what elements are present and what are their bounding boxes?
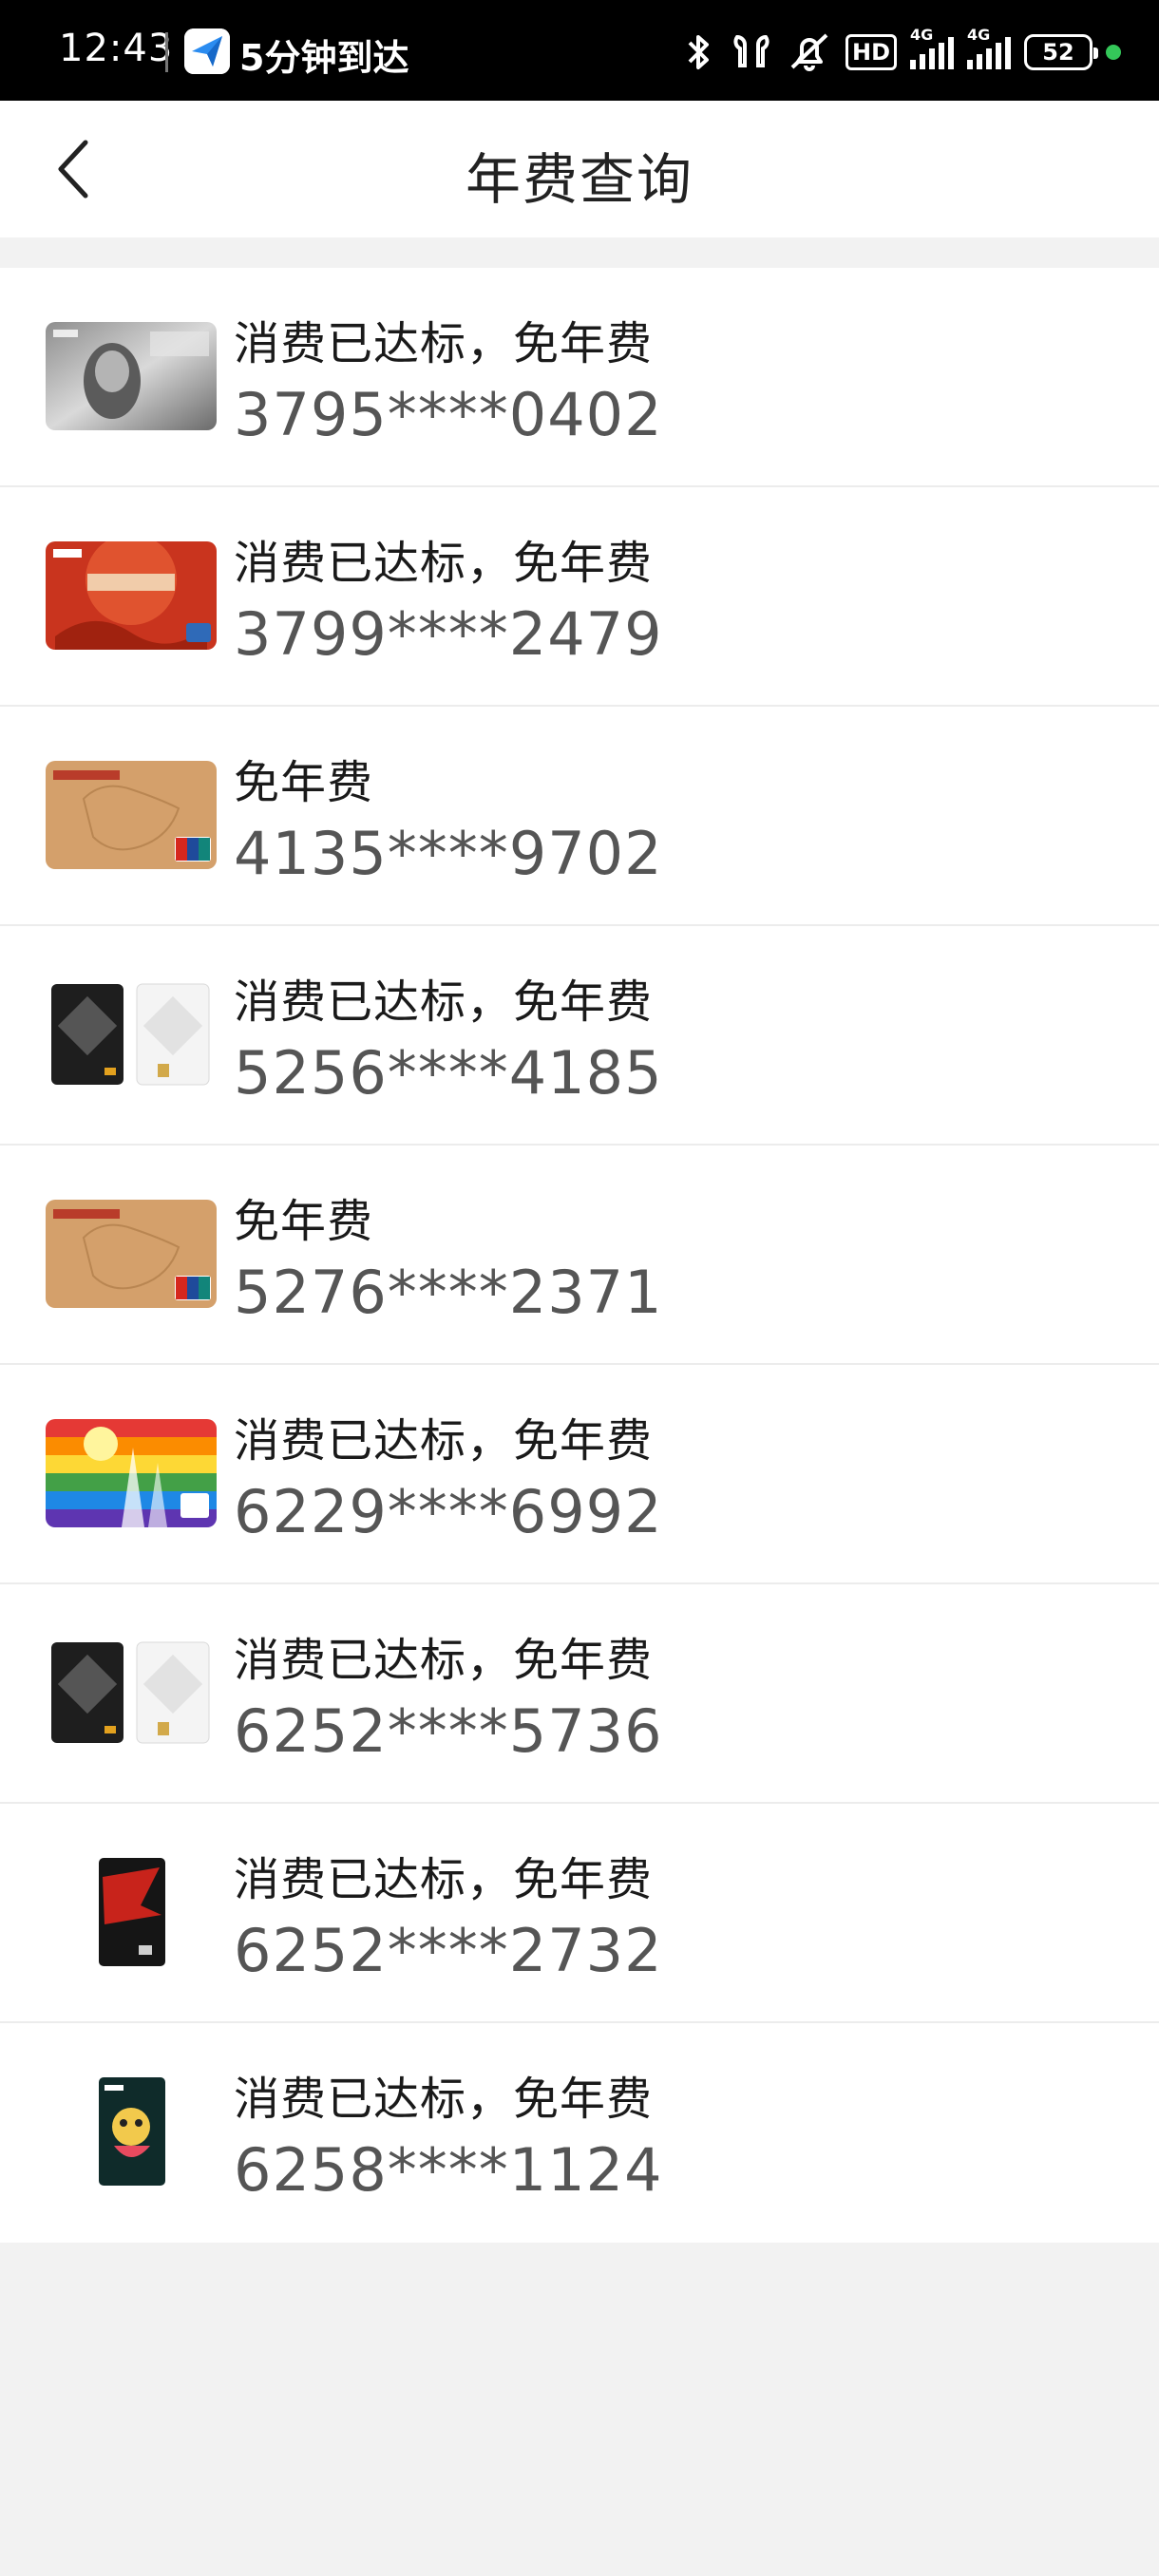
network-type-1: 4G bbox=[910, 26, 934, 44]
battery-icon: 52 bbox=[1024, 34, 1098, 70]
fee-status-text: 消费已达标，免年费 bbox=[234, 537, 654, 590]
card-image-black-white-pair bbox=[46, 1638, 217, 1747]
fee-status-text: 消费已达标，免年费 bbox=[234, 1414, 654, 1468]
fee-status-text: 消费已达标，免年费 bbox=[234, 1853, 654, 1906]
card-number: 3799****2479 bbox=[234, 599, 663, 669]
status-right-icons: HD 4G 4G 52 bbox=[682, 26, 1121, 78]
fee-status-text: 消费已达标，免年费 bbox=[234, 2073, 654, 2126]
card-image-vertical-dark-cartoon bbox=[46, 2077, 217, 2186]
card-image-amex-platinum bbox=[46, 322, 217, 430]
card-item[interactable]: 消费已达标，免年费 3799****2479 bbox=[0, 487, 1159, 707]
card-image-rainbow-city bbox=[46, 1419, 217, 1527]
signal-icon-2: 4G bbox=[967, 26, 1011, 69]
page-title: 年费查询 bbox=[465, 147, 694, 212]
section-gap bbox=[0, 237, 1159, 268]
card-item[interactable]: 免年费 4135****9702 bbox=[0, 707, 1159, 926]
fee-status-text: 免年费 bbox=[234, 756, 374, 809]
network-type-2: 4G bbox=[967, 26, 991, 44]
card-image-icbc-gold bbox=[46, 761, 217, 869]
card-list: 消费已达标，免年费 3795****0402 消费已达标，免年费 3799***… bbox=[0, 268, 1159, 2243]
card-number: 5256****4185 bbox=[234, 1038, 663, 1108]
status-time: 12:43 bbox=[59, 27, 174, 70]
fee-status-text: 消费已达标，免年费 bbox=[234, 317, 654, 370]
card-number: 6258****1124 bbox=[234, 2135, 663, 2205]
card-number: 3795****0402 bbox=[234, 380, 663, 449]
status-separator bbox=[165, 32, 168, 72]
hd-voice-icon: HD bbox=[845, 34, 897, 70]
card-number: 6229****6992 bbox=[234, 1477, 663, 1546]
nav-bar: 年费查询 bbox=[0, 101, 1159, 237]
fee-status-text: 消费已达标，免年费 bbox=[234, 975, 654, 1029]
mute-bell-icon bbox=[787, 29, 832, 75]
card-item[interactable]: 消费已达标，免年费 6229****6992 bbox=[0, 1365, 1159, 1584]
fee-status-text: 消费已达标，免年费 bbox=[234, 1634, 654, 1687]
card-number: 6252****5736 bbox=[234, 1696, 663, 1766]
card-item[interactable]: 免年费 5276****2371 bbox=[0, 1146, 1159, 1365]
card-item[interactable]: 消费已达标，免年费 6252****2732 bbox=[0, 1804, 1159, 2023]
signal-icon-1: 4G bbox=[910, 26, 954, 69]
earbuds-icon bbox=[730, 29, 773, 75]
card-number: 5276****2371 bbox=[234, 1258, 663, 1327]
card-item[interactable]: 消费已达标，免年费 6258****1124 bbox=[0, 2023, 1159, 2243]
status-notification-text: 5分钟到达 bbox=[239, 37, 409, 79]
card-image-black-white-pair bbox=[46, 980, 217, 1089]
card-item[interactable]: 消费已达标，免年费 6252****5736 bbox=[0, 1584, 1159, 1804]
card-item[interactable]: 消费已达标，免年费 3795****0402 bbox=[0, 268, 1159, 487]
card-image-universal-red bbox=[46, 541, 217, 650]
privacy-indicator-dot bbox=[1106, 45, 1121, 60]
card-image-vertical-red-black bbox=[46, 1858, 217, 1966]
navigation-app-icon bbox=[184, 28, 230, 74]
fee-status-text: 免年费 bbox=[234, 1195, 374, 1248]
card-item[interactable]: 消费已达标，免年费 5256****4185 bbox=[0, 926, 1159, 1146]
bluetooth-icon bbox=[682, 29, 716, 75]
card-image-icbc-gold bbox=[46, 1200, 217, 1308]
card-number: 4135****9702 bbox=[234, 819, 663, 888]
card-number: 6252****2732 bbox=[234, 1916, 663, 1985]
status-bar: 12:43 5分钟到达 HD 4G 4G 52 bbox=[0, 0, 1159, 101]
